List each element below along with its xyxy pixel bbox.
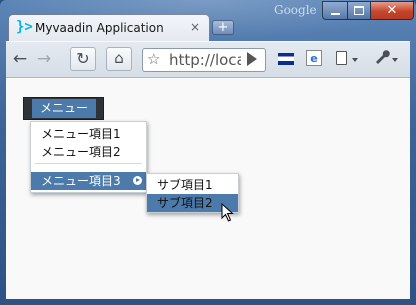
- address-bar[interactable]: ☆ http://localhost: [142, 48, 266, 72]
- browser-window-frame: Google ✕ }> Myvaadin Application × + ← →…: [0, 0, 416, 305]
- google-label: Google: [274, 3, 317, 17]
- browser-toolbar: ← → ↻ ⌂ ☆ http://localhost e: [6, 41, 410, 77]
- wrench-icon[interactable]: [374, 49, 390, 69]
- maximize-icon: [354, 6, 364, 15]
- menubar-item-menu[interactable]: メニュー: [32, 99, 96, 118]
- page-menu-icon[interactable]: [336, 51, 347, 65]
- bookmark-star-icon[interactable]: ☆: [147, 50, 160, 68]
- forward-button[interactable]: →: [34, 48, 54, 70]
- new-tab-button[interactable]: +: [212, 20, 234, 35]
- menu-item-3-label: メニュー項目3: [41, 174, 121, 188]
- page-content: メニュー メニュー項目1 メニュー項目2 メニュー項目3 サブ項目1 サブ項目2: [6, 77, 410, 299]
- go-arrow-icon[interactable]: [247, 52, 257, 66]
- close-icon: ✕: [386, 3, 398, 18]
- minimize-icon: [330, 12, 340, 15]
- tab-title: Myvaadin Application: [35, 21, 164, 35]
- minimize-button[interactable]: [322, 1, 348, 20]
- menubar: メニュー: [23, 97, 104, 120]
- submenu-arrow-icon: [133, 176, 142, 185]
- submenu-item-1[interactable]: サブ項目1: [147, 176, 238, 194]
- url-text[interactable]: http://localhost: [169, 51, 241, 69]
- reload-button[interactable]: ↻: [70, 47, 96, 71]
- close-window-button[interactable]: ✕: [371, 1, 414, 20]
- menu-item-3[interactable]: メニュー項目3: [31, 172, 146, 190]
- tab-close-button[interactable]: ×: [190, 20, 200, 34]
- wrench-chevron-down-icon[interactable]: [392, 58, 398, 62]
- maximize-button[interactable]: [348, 1, 371, 20]
- dropdown-menu: メニュー項目1 メニュー項目2 メニュー項目3: [30, 121, 147, 193]
- window-controls: ✕: [322, 1, 414, 20]
- menu-item-2[interactable]: メニュー項目2: [31, 143, 146, 161]
- menu-item-1[interactable]: メニュー項目1: [31, 125, 146, 143]
- flag-extension-icon[interactable]: [278, 53, 294, 65]
- mouse-cursor-icon: [221, 202, 235, 227]
- ie-tab-icon[interactable]: e: [306, 50, 322, 66]
- home-button[interactable]: ⌂: [106, 47, 132, 71]
- tab-myvaadin[interactable]: }> Myvaadin Application ×: [8, 14, 210, 42]
- page-menu-chevron-down-icon[interactable]: [352, 58, 358, 62]
- back-button[interactable]: ←: [10, 48, 30, 70]
- vaadin-logo-icon: }>: [16, 19, 33, 35]
- menu-separator: [35, 163, 142, 164]
